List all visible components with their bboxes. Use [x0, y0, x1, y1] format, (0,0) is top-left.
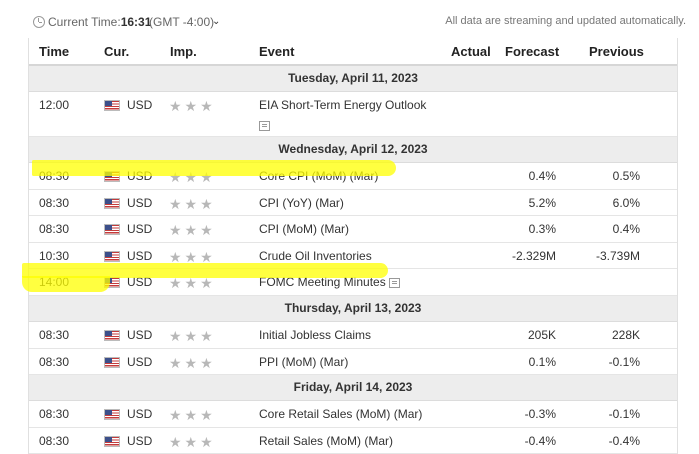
row-currency: USD: [127, 169, 153, 183]
day-header: Thursday, April 13, 2023: [29, 295, 677, 322]
importance-stars: ★★★: [169, 169, 216, 185]
col-forecast: Forecast: [505, 44, 560, 59]
row-previous: 0.5%: [612, 169, 640, 183]
timezone-selector[interactable]: (GMT -4:00): [149, 15, 214, 29]
row-forecast: 205K: [527, 327, 556, 342]
row-event-link[interactable]: CPI (MoM) (Mar): [259, 222, 349, 236]
us-flag-icon: [104, 277, 120, 289]
col-time: Time: [39, 44, 70, 59]
table-row[interactable]: 08:30 USD ★★★ PPI (MoM) (Mar) 0.1% -0.1%: [29, 348, 677, 376]
row-time: 08:30: [39, 195, 70, 210]
us-flag-icon: [104, 197, 120, 209]
importance-stars: ★★★: [169, 195, 216, 212]
us-flag-icon: [104, 250, 120, 262]
importance-stars: ★★★: [169, 327, 216, 344]
table-row[interactable]: 12:00 USD ★★★ EIA Short-Term Energy Outl…: [29, 92, 677, 137]
row-time: 12:00: [39, 98, 70, 112]
row-forecast: 0.3%: [528, 222, 556, 237]
col-imp: Imp.: [170, 44, 197, 59]
row-forecast: 0.4%: [528, 169, 556, 183]
row-forecast: -0.3%: [524, 407, 556, 422]
row-previous: 0.4%: [612, 222, 640, 237]
importance-stars: ★★★: [169, 433, 216, 450]
importance-stars: ★★★: [169, 354, 216, 371]
us-flag-icon: [104, 329, 120, 341]
row-event-link[interactable]: PPI (MoM) (Mar): [259, 355, 348, 369]
day-header: Friday, April 14, 2023: [29, 375, 677, 402]
importance-stars: ★★★: [169, 248, 216, 265]
clock-icon: [33, 16, 45, 28]
row-forecast: 5.2%: [528, 195, 556, 210]
row-previous: -0.1%: [608, 354, 640, 369]
row-event-link[interactable]: EIA Short-Term Energy Outlook: [259, 98, 426, 112]
row-currency: USD: [127, 195, 153, 210]
row-previous: 6.0%: [612, 195, 640, 210]
row-event-link[interactable]: CPI (YoY) (Mar): [259, 196, 344, 210]
us-flag-icon: [104, 409, 120, 421]
row-previous: 228K: [611, 327, 640, 342]
row-event-link[interactable]: Core CPI (MoM) (Mar): [259, 169, 378, 183]
importance-stars: ★★★: [169, 98, 216, 114]
us-flag-icon: [104, 224, 120, 236]
table-row[interactable]: 08:30 USD ★★★ Core CPI (MoM) (Mar) 0.4% …: [29, 163, 677, 190]
row-forecast: -2.329M: [511, 248, 556, 263]
row-currency: USD: [127, 222, 153, 237]
row-currency: USD: [127, 407, 153, 422]
row-forecast: 0.1%: [528, 354, 556, 369]
table-row[interactable]: 08:30 USD ★★★ CPI (YoY) (Mar) 5.2% 6.0%: [29, 189, 677, 217]
row-time: 08:30: [39, 222, 70, 237]
document-icon[interactable]: [259, 120, 270, 131]
us-flag-icon: [104, 171, 120, 182]
chevron-down-icon[interactable]: ⌄: [212, 16, 220, 27]
col-event: Event: [259, 44, 295, 59]
importance-stars: ★★★: [169, 275, 216, 292]
row-currency: USD: [127, 248, 153, 263]
col-cur: Cur.: [104, 44, 130, 59]
streaming-note: All data are streaming and updated autom…: [445, 15, 686, 27]
row-event-link[interactable]: Crude Oil Inventories: [259, 249, 372, 263]
table-row[interactable]: 10:30 USD ★★★ Crude Oil Inventories -2.3…: [29, 242, 677, 270]
row-currency: USD: [127, 275, 153, 290]
row-time: 08:30: [39, 169, 70, 183]
day-header: Wednesday, April 12, 2023: [29, 137, 677, 163]
us-flag-icon: [104, 435, 120, 447]
row-event-link[interactable]: Core Retail Sales (MoM) (Mar): [259, 407, 422, 421]
table-row[interactable]: 08:30 USD ★★★ Retail Sales (MoM) (Mar) -…: [29, 427, 677, 454]
economic-calendar-table: Time Cur. Imp. Event Actual Forecast Pre…: [28, 38, 678, 454]
row-time: 08:30: [39, 407, 70, 422]
importance-stars: ★★★: [169, 222, 216, 239]
row-currency: USD: [127, 354, 153, 369]
table-row[interactable]: 08:30 USD ★★★ CPI (MoM) (Mar) 0.3% 0.4%: [29, 216, 677, 243]
importance-stars: ★★★: [169, 407, 216, 424]
table-row[interactable]: 08:30 USD ★★★ Initial Jobless Claims 205…: [29, 321, 677, 349]
col-actual: Actual: [451, 44, 491, 59]
row-previous: -3.739M: [595, 248, 640, 263]
table-header: Time Cur. Imp. Event Actual Forecast Pre…: [29, 38, 677, 66]
row-event-link[interactable]: Initial Jobless Claims: [259, 328, 371, 342]
table-row[interactable]: 14:00 USD ★★★ FOMC Meeting Minutes: [29, 269, 677, 296]
us-flag-icon: [104, 356, 120, 368]
row-currency: USD: [127, 327, 153, 342]
row-previous: -0.1%: [608, 407, 640, 422]
row-time: 10:30: [39, 248, 70, 263]
row-currency: USD: [127, 98, 153, 112]
us-flag-icon: [104, 100, 120, 111]
table-row[interactable]: 08:30 USD ★★★ Core Retail Sales (MoM) (M…: [29, 401, 677, 428]
current-time: Current Time:16:31: [48, 15, 152, 29]
top-bar: Current Time:16:31 (GMT -4:00) ⌄ All dat…: [0, 0, 699, 40]
row-time: 14:00: [39, 275, 70, 290]
row-time: 08:30: [39, 327, 70, 342]
row-time: 08:30: [39, 354, 70, 369]
document-icon[interactable]: [389, 278, 401, 289]
col-previous: Previous: [589, 44, 644, 59]
row-event-link[interactable]: FOMC Meeting Minutes: [259, 275, 386, 289]
day-header: Tuesday, April 11, 2023: [29, 66, 677, 92]
